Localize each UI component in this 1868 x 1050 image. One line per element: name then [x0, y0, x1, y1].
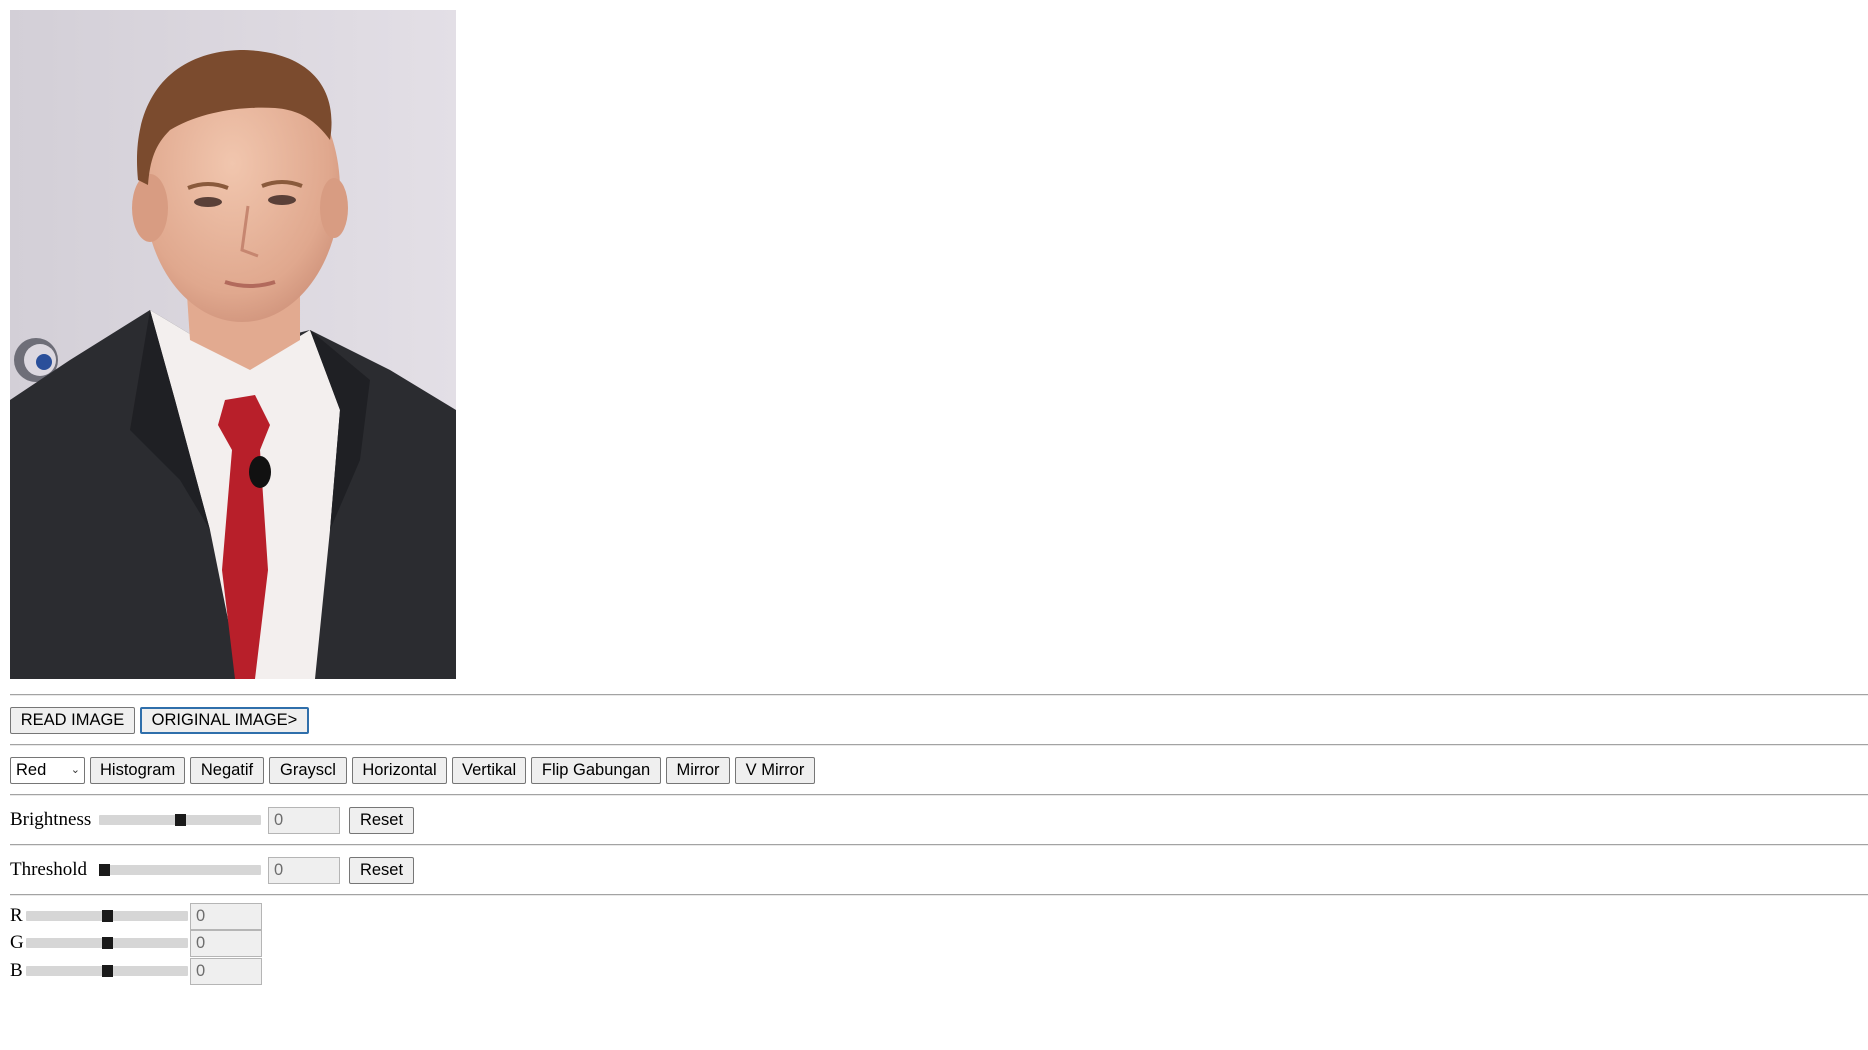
original-image-button[interactable]: ORIGINAL IMAGE>	[140, 707, 309, 734]
b-slider[interactable]	[26, 965, 188, 977]
b-value-field[interactable]: 0	[190, 958, 262, 985]
negatif-button[interactable]: Negatif	[190, 757, 264, 784]
brightness-reset-button[interactable]: Reset	[349, 807, 414, 834]
channel-select-value: Red	[16, 761, 47, 779]
g-label: G	[10, 932, 24, 953]
r-slider-thumb[interactable]	[101, 910, 113, 922]
divider	[10, 894, 1868, 896]
r-value-field[interactable]: 0	[190, 903, 262, 930]
g-slider-thumb[interactable]	[101, 937, 113, 949]
image-canvas	[10, 10, 456, 679]
b-slider-thumb[interactable]	[101, 965, 113, 977]
portrait-image	[10, 10, 456, 679]
b-label: B	[10, 960, 23, 981]
g-value-field[interactable]: 0	[190, 930, 262, 957]
brightness-value-field[interactable]: 0	[268, 807, 340, 834]
flip-vertical-button[interactable]: Vertikal	[452, 757, 526, 784]
flip-horizontal-button[interactable]: Horizontal	[352, 757, 447, 784]
threshold-reset-button[interactable]: Reset	[349, 857, 414, 884]
threshold-slider-thumb[interactable]	[99, 864, 110, 876]
brightness-slider-thumb[interactable]	[174, 814, 186, 826]
brightness-label: Brightness	[10, 809, 92, 830]
grayscale-button[interactable]: Grayscl	[269, 757, 347, 784]
threshold-slider[interactable]	[99, 864, 261, 876]
chevron-down-icon: ⌄	[70, 764, 80, 776]
channel-select[interactable]: Red ⌄	[10, 757, 85, 784]
brightness-slider[interactable]	[99, 814, 261, 826]
v-mirror-button[interactable]: V Mirror	[735, 757, 815, 784]
threshold-label: Threshold	[10, 859, 88, 880]
divider	[10, 844, 1868, 846]
divider	[10, 794, 1868, 796]
divider	[10, 744, 1868, 746]
mirror-button[interactable]: Mirror	[666, 757, 730, 784]
g-slider[interactable]	[26, 937, 188, 949]
read-image-button[interactable]: READ IMAGE	[10, 707, 135, 734]
threshold-value-field[interactable]: 0	[268, 857, 340, 884]
histogram-button[interactable]: Histogram	[90, 757, 185, 784]
flip-combined-button[interactable]: Flip Gabungan	[531, 757, 661, 784]
r-slider[interactable]	[26, 910, 188, 922]
r-label: R	[10, 905, 23, 926]
divider	[10, 694, 1868, 696]
